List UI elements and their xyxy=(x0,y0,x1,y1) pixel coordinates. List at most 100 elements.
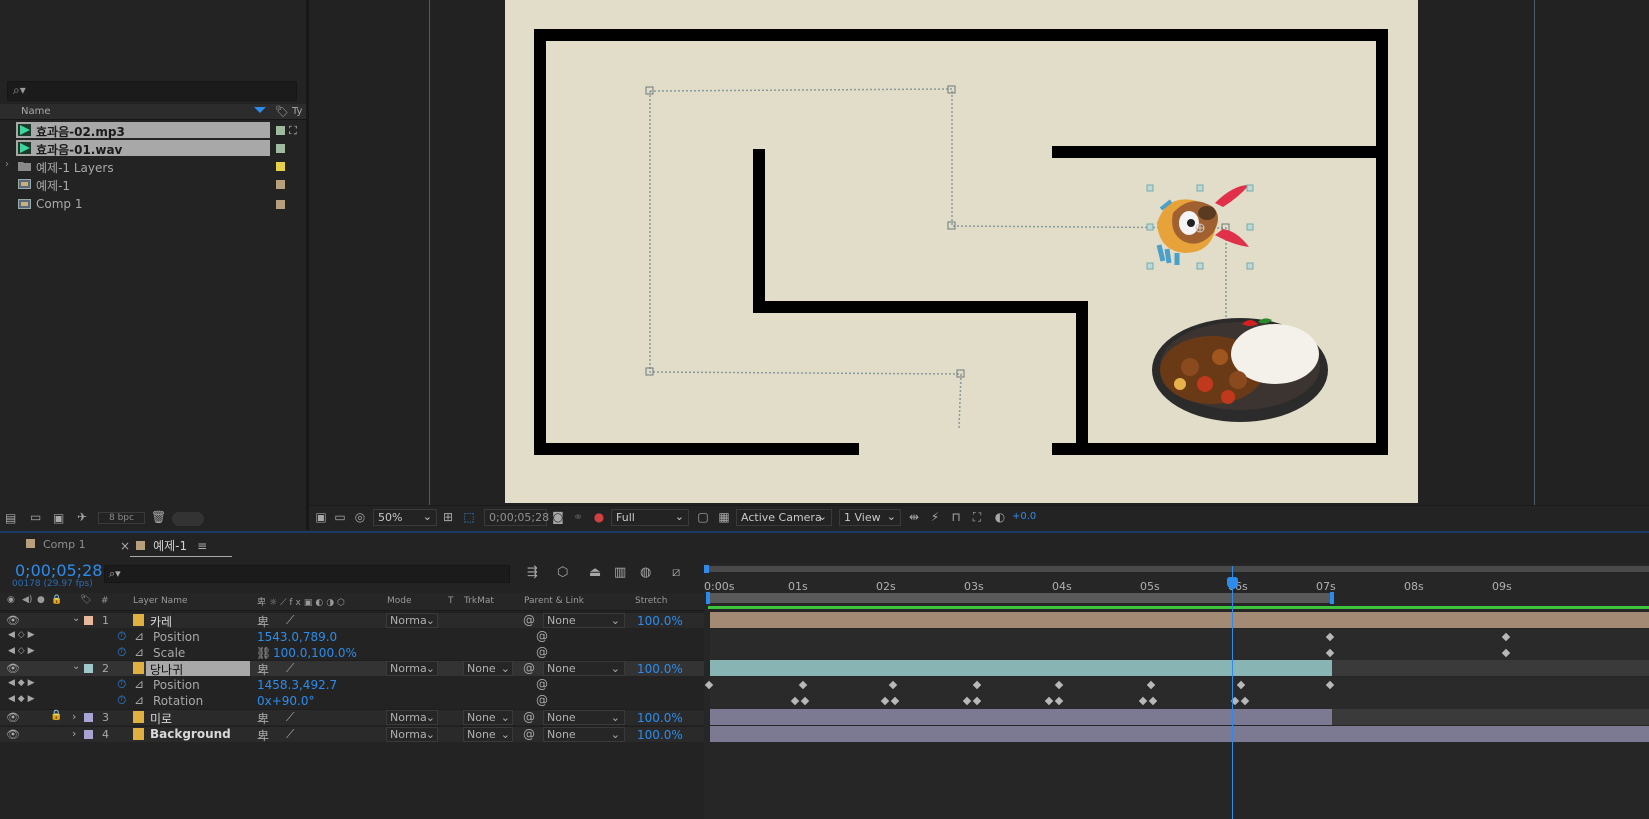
column-layer-name[interactable]: Layer Name xyxy=(133,596,188,606)
quality-icon[interactable]: ⟋ xyxy=(286,710,294,725)
expression-pickwhip-icon[interactable]: @ xyxy=(536,677,548,691)
keyframe-nav-icon[interactable]: ◀ ◆ ▶ xyxy=(8,678,35,688)
expand-arrow-icon[interactable]: › xyxy=(72,710,76,723)
keyframe-nav-icon[interactable]: ◀ ◇ ▶ xyxy=(8,630,35,640)
views-dropdown[interactable]: 1 View ⌄ xyxy=(839,509,901,526)
project-search-input[interactable]: ⌕▾ xyxy=(7,81,297,101)
keyframe[interactable] xyxy=(704,680,714,690)
keyframe[interactable] xyxy=(1325,632,1335,642)
keyframe[interactable] xyxy=(790,696,800,706)
region-of-interest-icon[interactable]: ▢ xyxy=(696,510,710,524)
collapse-arrow-icon[interactable]: ⌄ xyxy=(72,661,80,672)
layer-bar[interactable] xyxy=(710,612,1649,628)
layer-name[interactable]: 당나귀 xyxy=(150,661,183,678)
collapse-transformation-icon[interactable]: 卑 xyxy=(257,661,269,678)
stopwatch-icon[interactable]: ⏱ xyxy=(117,629,126,644)
keyframe[interactable] xyxy=(880,696,890,706)
keyframe-nav-icon[interactable]: ◀ ◇ ▶ xyxy=(8,646,35,656)
column-t[interactable]: T xyxy=(448,596,454,606)
sort-arrow-icon[interactable] xyxy=(254,107,266,113)
shy-layers-icon[interactable]: ⏏ xyxy=(589,565,601,580)
keyframe[interactable] xyxy=(888,680,898,690)
flowchart-icon[interactable]: ⛶ xyxy=(970,510,984,524)
current-time-display[interactable]: 0;00;05;28 xyxy=(15,561,102,580)
current-time-field[interactable]: 0;00;05;28 xyxy=(484,509,549,526)
draft-3d-icon[interactable]: ⬡ xyxy=(557,565,568,580)
layer-name[interactable]: 미로 xyxy=(150,710,172,727)
timeline-graph[interactable]: 0:00s 01s 02s 03s 04s 05s 06s 07s 08s 09… xyxy=(704,563,1649,819)
composition-mini-flowchart-icon[interactable]: ⇶ xyxy=(527,565,538,580)
property-row[interactable]: ◀ ◆ ▶ ⏱ ⊿ Rotation 0x+90.0° @ xyxy=(0,693,704,709)
fast-previews-icon[interactable]: ⚡ xyxy=(928,510,942,524)
project-item[interactable]: 효과음-02.mp3 ⛶ xyxy=(0,121,306,140)
collapse-transformation-icon[interactable]: 卑 xyxy=(257,613,269,630)
label-swatch[interactable] xyxy=(276,126,285,135)
parent-dropdown[interactable]: None ⌄ xyxy=(543,613,625,628)
project-item[interactable]: 예제-1 xyxy=(0,175,306,194)
label-tag-icon[interactable]: 🏷 xyxy=(80,595,91,605)
collapse-arrow-icon[interactable]: ⌄ xyxy=(72,613,80,624)
keyframe[interactable] xyxy=(1325,648,1335,658)
monitor-icon[interactable]: ▭ xyxy=(333,510,347,524)
expand-arrow-icon[interactable]: › xyxy=(5,159,9,170)
eye-icon[interactable]: 👁 xyxy=(6,614,20,627)
current-time-indicator[interactable] xyxy=(1232,566,1233,819)
column-parent[interactable]: Parent & Link xyxy=(524,596,584,606)
render-queue-icon[interactable]: ✈ xyxy=(77,510,87,524)
layer-bar[interactable] xyxy=(710,660,1332,676)
layer-name[interactable]: 카레 xyxy=(150,613,172,630)
keyframe[interactable] xyxy=(1044,696,1054,706)
transparency-grid-icon[interactable]: ▦ xyxy=(717,510,731,524)
mode-dropdown[interactable]: Norma ⌄ xyxy=(386,661,438,676)
project-item[interactable]: 효과음-01.wav xyxy=(0,139,306,158)
quality-icon[interactable]: ⟋ xyxy=(286,613,294,628)
keyframe[interactable] xyxy=(1236,680,1246,690)
expression-pickwhip-icon[interactable]: @ xyxy=(536,693,548,707)
lock-icon[interactable]: 🔒 xyxy=(50,710,62,721)
keyframe[interactable] xyxy=(1148,696,1158,706)
quality-icon[interactable]: ⟋ xyxy=(286,661,294,676)
zoom-dropdown[interactable]: 50% ⌄ xyxy=(373,509,437,526)
trkmat-dropdown[interactable]: None ⌄ xyxy=(463,727,513,742)
pickwhip-icon[interactable]: @ xyxy=(523,727,535,741)
mode-dropdown[interactable]: Norma ⌄ xyxy=(386,613,438,628)
layer-bar[interactable] xyxy=(710,709,1332,725)
graph-icon[interactable]: ⊿ xyxy=(134,677,144,691)
eye-icon[interactable]: 👁 xyxy=(6,662,20,675)
keyframe[interactable] xyxy=(1325,680,1335,690)
composition-canvas[interactable] xyxy=(505,0,1418,503)
eye-icon[interactable]: 👁 xyxy=(6,728,20,741)
parent-dropdown[interactable]: None ⌄ xyxy=(543,727,625,742)
keyframe[interactable] xyxy=(1054,696,1064,706)
tab-example-1[interactable]: × 예제-1 ≡ xyxy=(120,537,232,557)
interpret-footage-icon[interactable]: ▤ xyxy=(5,511,16,525)
vr-icon[interactable]: ◎ xyxy=(353,510,367,524)
stopwatch-icon[interactable]: ⏱ xyxy=(117,645,126,660)
layer-name[interactable]: Background xyxy=(150,727,231,741)
quality-icon[interactable]: ⟋ xyxy=(286,727,294,742)
keyframe[interactable] xyxy=(972,696,982,706)
layer-row[interactable]: 👁 ⌄ 1 카레 卑 ⟋ Norma ⌄ @ None ⌄ 100.0% xyxy=(0,612,704,630)
collapse-transformation-icon[interactable]: 卑 xyxy=(257,727,269,744)
property-row[interactable]: ◀ ◇ ▶ ⏱ ⊿ Position 1543.0,789.0 @ xyxy=(0,629,704,645)
audio-switch-icon[interactable]: ◀) xyxy=(22,595,32,605)
keyframe[interactable] xyxy=(798,680,808,690)
tab-comp-1[interactable]: Comp 1 xyxy=(26,537,86,557)
label-swatch[interactable] xyxy=(276,200,285,209)
stopwatch-icon[interactable]: ⏱ xyxy=(117,693,126,708)
keyframe[interactable] xyxy=(1054,680,1064,690)
thumbnail-toggle[interactable] xyxy=(172,512,204,526)
snapshot-icon[interactable]: ◙ xyxy=(551,510,565,524)
label-swatch[interactable] xyxy=(84,730,93,739)
layer-row[interactable]: 👁 › 4 Background 卑 ⟋ Norma ⌄ None ⌄ @ None… xyxy=(0,726,704,744)
project-item[interactable]: › 예제-1 Layers xyxy=(0,157,306,176)
current-time-indicator-head[interactable] xyxy=(1227,577,1238,589)
motion-blur-icon[interactable]: ◍ xyxy=(640,565,651,580)
column-type[interactable]: Ty xyxy=(292,106,302,117)
layer-row[interactable]: 👁 ⌄ 2 당나귀 卑 ⟋ Norma ⌄ None ⌄ @ None ⌄ 100.0… xyxy=(0,660,704,678)
resolution-dropdown[interactable]: Full ⌄ xyxy=(611,509,689,526)
work-area-bar[interactable] xyxy=(708,593,1332,603)
property-value[interactable]: 0x+90.0° xyxy=(257,694,315,708)
new-composition-icon[interactable]: ▣ xyxy=(53,511,64,525)
time-navigator[interactable] xyxy=(706,566,1649,572)
